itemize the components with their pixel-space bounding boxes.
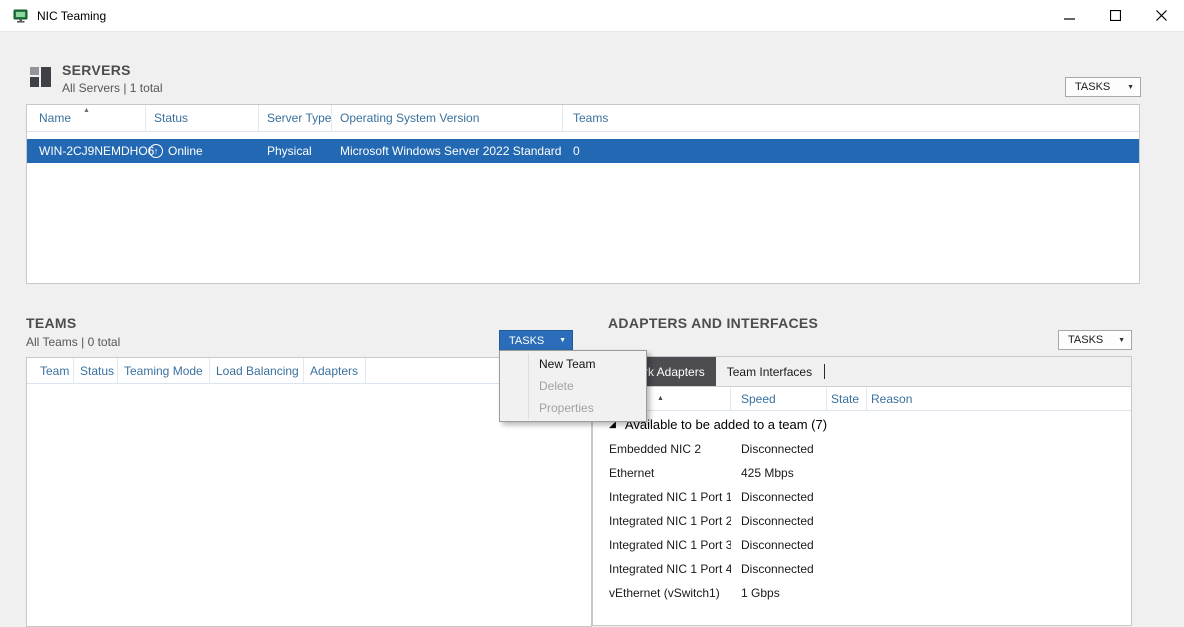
minimize-icon [1064,10,1075,21]
column-header-status[interactable]: Status [74,358,118,384]
column-label: Status [154,111,188,125]
sort-asc-icon: ▲ [83,107,90,114]
tab-team-interfaces[interactable]: Team Interfaces [716,357,823,386]
adapters-tasks-label: TASKS [1068,334,1103,346]
up-arrow-glyph: ↑ [154,147,159,156]
server-status: Online [168,144,203,158]
column-header-status[interactable]: Status [146,105,259,132]
adapter-row[interactable]: Integrated NIC 1 Port 4-1 Disconnected [593,557,1131,581]
adapter-name: Integrated NIC 1 Port 3-1 [593,538,731,552]
chevron-down-icon: ▼ [1108,337,1125,344]
app-icon [13,8,29,24]
servers-table: ▲ Name Status Server Type Operating Syst… [26,104,1140,284]
server-type: Physical [259,144,332,158]
column-label: Load Balancing [216,364,299,378]
column-label: Status [80,364,114,378]
status-online-up-icon: ↑ [149,144,163,158]
column-header-os-version[interactable]: Operating System Version [332,105,563,132]
adapter-name: Integrated NIC 1 Port 2-1 [593,514,731,528]
menu-gutter-line [528,353,529,419]
column-label: Speed [741,392,776,406]
column-header-teaming-mode[interactable]: Teaming Mode [118,358,210,384]
teams-tasks-label: TASKS [509,335,544,347]
adapter-speed: Disconnected [731,538,827,552]
column-label: Team [40,364,69,378]
adapter-speed: 1 Gbps [731,586,827,600]
server-row-selected[interactable]: WIN-2CJ9NEMDHO6 ↑ Online Physical Micros… [27,139,1139,163]
adapters-tasks-button[interactable]: TASKS ▼ [1058,330,1132,350]
column-label: Teams [573,111,608,125]
server-os-version: Microsoft Windows Server 2022 Standard [332,144,563,158]
adapter-name: Embedded NIC 2 [593,442,731,456]
window-controls [1046,0,1184,31]
window-title: NIC Teaming [37,9,106,23]
menu-item-properties[interactable]: Properties [500,397,646,419]
adapter-row[interactable]: Integrated NIC 1 Port 2-1 Disconnected [593,509,1131,533]
servers-table-header: ▲ Name Status Server Type Operating Syst… [27,105,1139,132]
teams-section-subtitle: All Teams | 0 total [26,335,120,349]
adapters-table-header: ▲ Speed State Reason [593,387,1131,411]
adapter-speed: Disconnected [731,562,827,576]
column-label: Operating System Version [340,111,479,125]
close-icon [1156,10,1167,21]
server-name: WIN-2CJ9NEMDHO6 [27,144,146,158]
adapter-name: Integrated NIC 1 Port 4-1 [593,562,731,576]
column-label: Adapters [310,364,358,378]
column-header-server-type[interactable]: Server Type [259,105,332,132]
tab-separator [824,364,825,379]
adapter-row[interactable]: Ethernet 425 Mbps [593,461,1131,485]
column-label: Teaming Mode [124,364,203,378]
adapters-tab-strip: Network Adapters Team Interfaces [593,357,1131,387]
column-header-team[interactable]: Team [27,358,74,384]
menu-item-delete[interactable]: Delete [500,375,646,397]
adapter-group-header[interactable]: ◢ Available to be added to a team (7) [593,411,1131,437]
adapter-speed: 425 Mbps [731,466,827,480]
maximize-button[interactable] [1092,0,1138,31]
teams-section-title: TEAMS [26,315,77,331]
adapter-name: vEthernet (vSwitch1) [593,586,731,600]
column-header-name[interactable]: ▲ Name [27,105,146,132]
adapters-panel: Network Adapters Team Interfaces ▲ Speed… [592,356,1132,626]
adapter-speed: Disconnected [731,442,827,456]
servers-section-title: SERVERS [62,62,131,78]
chevron-down-icon: ▼ [1117,84,1134,91]
adapter-row[interactable]: Embedded NIC 2 Disconnected [593,437,1131,461]
group-header-label: Available to be added to a team (7) [625,417,827,432]
maximize-icon [1110,10,1121,21]
column-header-adapters[interactable]: Adapters [304,358,366,384]
servers-tasks-label: TASKS [1075,81,1110,93]
close-button[interactable] [1138,0,1184,31]
column-label: State [831,392,859,406]
server-status-cell: ↑ Online [146,144,259,158]
teams-tasks-menu: New Team Delete Properties [499,350,647,422]
servers-section-subtitle: All Servers | 1 total [62,81,163,95]
adapter-row[interactable]: vEthernet (vSwitch1) 1 Gbps [593,581,1131,605]
adapters-section-title: ADAPTERS AND INTERFACES [608,315,818,331]
menu-item-new-team[interactable]: New Team [500,353,646,375]
column-header-state[interactable]: State [827,387,867,411]
servers-tasks-button[interactable]: TASKS ▼ [1065,77,1141,97]
adapter-name: Ethernet [593,466,731,480]
teams-tasks-button[interactable]: TASKS ▼ [499,330,573,351]
column-label: Reason [871,392,912,406]
column-header-reason[interactable]: Reason [867,387,1131,411]
server-teams-count: 0 [563,144,1139,158]
servers-icon [28,64,54,93]
column-header-load-balancing[interactable]: Load Balancing [210,358,304,384]
adapter-row[interactable]: Integrated NIC 1 Port 3-1 Disconnected [593,533,1131,557]
column-label: Name [39,111,71,125]
adapter-row[interactable]: Integrated NIC 1 Port 1-1 Disconnected [593,485,1131,509]
column-header-speed[interactable]: Speed [731,387,827,411]
column-header-teams[interactable]: Teams [563,105,1139,132]
sort-asc-icon: ▲ [657,395,664,402]
adapter-name: Integrated NIC 1 Port 1-1 [593,490,731,504]
minimize-button[interactable] [1046,0,1092,31]
column-label: Server Type [267,111,331,125]
adapter-speed: Disconnected [731,514,827,528]
adapter-speed: Disconnected [731,490,827,504]
titlebar: NIC Teaming [0,0,1184,32]
chevron-down-icon: ▼ [549,337,566,344]
